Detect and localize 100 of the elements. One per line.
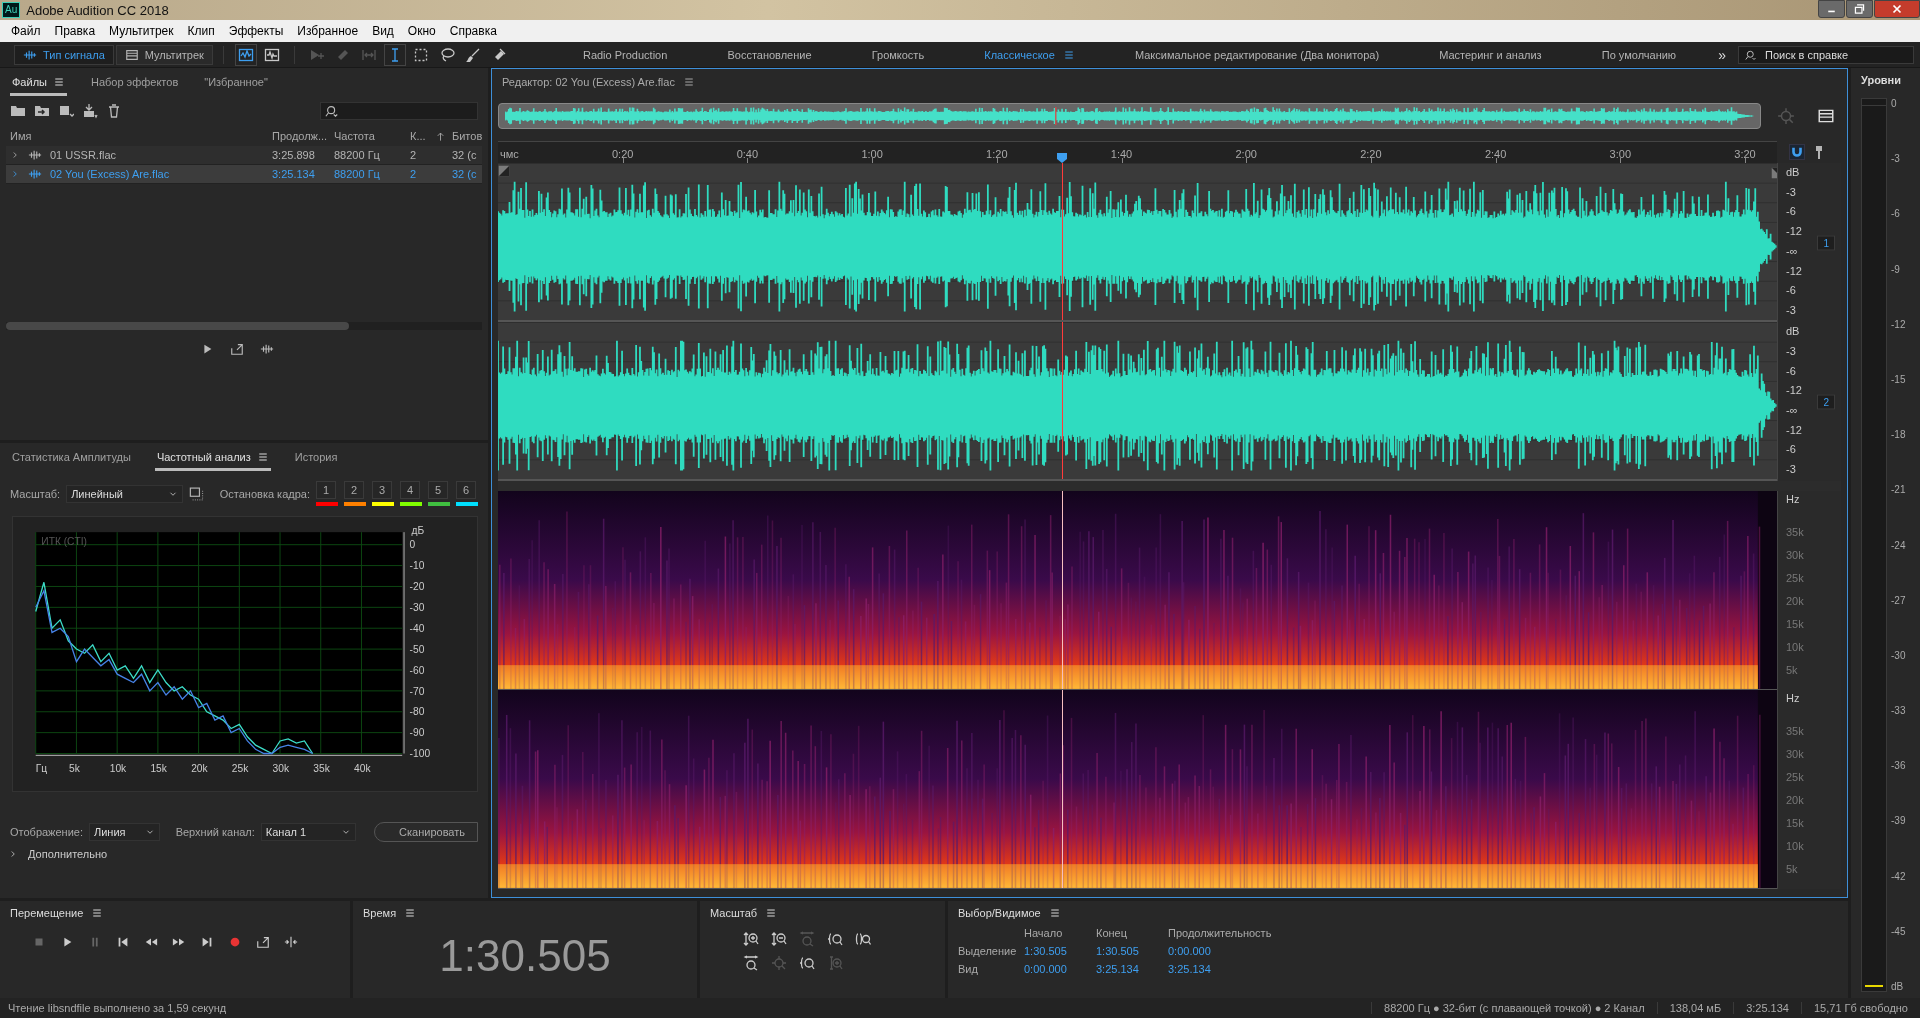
freeze-slot-button[interactable]: 4 [400,481,420,499]
freeze-slot-button[interactable]: 5 [428,481,448,499]
ruler-label: 2:00 [1235,148,1257,160]
workspace-tab[interactable]: Восстановление [727,48,812,61]
panel-tab[interactable]: Набор эффектов [88,72,181,96]
marquee-icon[interactable] [412,46,429,63]
scale-label: 35k [1786,725,1805,738]
advanced-expander[interactable]: Дополнительно [0,842,488,866]
freeze-slot-button[interactable]: 3 [372,481,392,499]
time-ruler[interactable]: чмс 0:20 0:40 1:00 1:20 1:40 2:00 2:20 2:40 3:00 3:20 [498,141,1777,163]
panel-tab[interactable]: "Избранное" [202,72,270,96]
search-field[interactable] [320,102,478,120]
brush-icon[interactable] [464,46,481,63]
menu-item[interactable]: Правка [47,24,103,38]
panel-tab[interactable]: Частотный анализ [154,447,271,471]
minimize-button[interactable] [1818,0,1845,18]
freeze-slot-button[interactable]: 2 [344,481,364,499]
menu-item[interactable]: Клип [180,24,222,38]
list-icon[interactable] [1817,107,1835,125]
workspace-tab[interactable]: Громкость [871,48,925,61]
app-logo: Au [2,2,21,18]
file-row[interactable]: 01 USSR.flac 3:25.898 88200 Гц 2 32 (с [6,146,482,165]
freeze-slot-button[interactable]: 1 [316,481,336,499]
trash-icon[interactable] [106,103,122,119]
column-header[interactable]: Продолж... [272,130,334,142]
channel-badge[interactable]: 2 [1817,394,1835,410]
magnifier-icon[interactable] [854,931,871,947]
time-value[interactable]: 0:00.000 [1024,963,1096,975]
more-workspaces[interactable]: » [1718,46,1726,63]
display-dropdown[interactable]: Линия [89,823,160,841]
skip-to-start-icon[interactable] [116,935,130,949]
panel-title: Редактор: 02 You (Excess) Are.flac [502,76,675,88]
loop-icon[interactable] [256,935,270,949]
loop-icon[interactable] [230,342,244,356]
folder-icon[interactable] [10,103,26,119]
workspace-tab[interactable]: Мастеринг и анализ [1439,48,1542,61]
channel-dropdown[interactable]: Канал 1 [260,823,357,841]
file-row[interactable]: 02 You (Excess) Are.flac 3:25.134 88200 Гц 2 32 (с [6,165,482,184]
menu-icon[interactable] [765,907,778,919]
ruler-label: чмс [500,148,519,160]
column-header[interactable]: Имя [10,130,272,142]
overview-waveform[interactable] [498,103,1761,129]
time-value[interactable]: 1:30.505 [1096,945,1168,957]
menu-icon[interactable] [404,907,417,919]
menu-icon[interactable] [91,907,104,919]
workspace-tab[interactable]: Максимальное редактирование (Два монитора) [1134,48,1380,61]
time-value[interactable]: 3:25.134 [1168,963,1288,975]
menu-icon[interactable] [682,76,695,88]
menu-item[interactable]: Избранное [290,24,366,38]
time-value[interactable]: 0:00.000 [1168,945,1288,957]
import-icon[interactable] [34,103,50,119]
menu-item[interactable]: Мультитрек [102,24,181,38]
workspace-tab[interactable]: Radio Production [582,48,668,61]
panel-tab[interactable]: Статистика Амплитуды [10,447,133,471]
menu-item[interactable]: Эффекты [221,24,291,38]
menu-icon[interactable] [1048,907,1061,919]
waveform-view-icon[interactable] [237,46,254,63]
menu-item[interactable]: Вид [365,24,401,38]
menu-item[interactable]: Файл [4,24,48,38]
sort-arrow-icon[interactable] [435,130,446,142]
magnet-icon[interactable] [1789,144,1805,160]
channel-badge[interactable]: 1 [1817,235,1835,251]
scale-label: -30 [1891,649,1906,661]
spectrum-view-icon[interactable] [263,46,280,63]
lasso-icon[interactable] [438,46,455,63]
record-icon[interactable] [228,935,242,949]
menu-item[interactable]: Справка [442,24,504,38]
new-file-icon[interactable] [58,103,74,119]
export-icon[interactable] [82,103,98,119]
panel-tab[interactable]: Файлы [10,72,67,96]
scale-label: -3 [1786,463,1797,476]
freeze-frame-icon[interactable] [189,485,204,502]
scan-button[interactable]: Сканировать [374,822,478,842]
skip-icon[interactable] [284,935,298,949]
ruler-label: 3:00 [1609,148,1631,160]
scrollbar[interactable] [6,322,482,330]
scale-label: 15k [1786,817,1805,830]
skip-to-end-icon[interactable] [200,935,214,949]
column-header[interactable]: К... [410,130,435,142]
workspace-tab[interactable]: Классическое [984,48,1075,61]
freeze-slot-button[interactable]: 6 [456,481,476,499]
table-cell-text: 32 (с [452,149,478,161]
magnifier-icon[interactable] [826,931,843,947]
column-header[interactable]: Частота [334,130,410,142]
menu-item[interactable]: Окно [400,24,443,38]
table-cell-text: 3:25.134 [272,168,316,180]
magnifier-icon[interactable] [798,955,815,971]
mode-tab[interactable]: Тип сигнала [14,44,114,65]
time-value[interactable]: 3:25.134 [1096,963,1168,975]
help-search-field[interactable]: Поиск в справке [1738,45,1914,64]
fade-handle-icon[interactable] [498,165,510,177]
cursor-icon[interactable] [386,46,403,63]
close-button[interactable] [1874,0,1920,18]
time-value[interactable]: 1:30.505 [1024,945,1096,957]
mode-tab[interactable]: Мультитрек [115,44,213,65]
workspace-tab[interactable]: По умолчанию [1601,48,1677,61]
column-header[interactable]: Битов [452,130,482,142]
panel-tab[interactable]: История [292,447,340,471]
maximize-button[interactable] [1846,0,1873,18]
scale-dropdown[interactable]: Линейный [66,484,184,503]
